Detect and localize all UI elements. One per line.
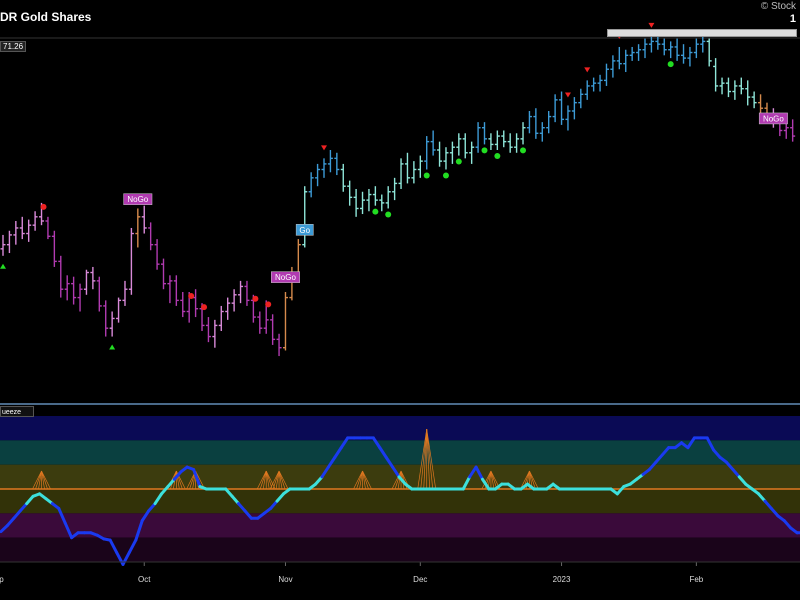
x-tick-label: Nov: [278, 575, 292, 584]
nogo-dot: [188, 293, 195, 300]
price-tag: 71.26: [0, 41, 27, 52]
annotation-label: NoGo: [763, 114, 784, 123]
x-tick-label: Sep: [0, 575, 4, 584]
go-dot: [442, 172, 449, 179]
x-tick-label: Oct: [138, 575, 151, 584]
oscillator-band: [0, 513, 800, 538]
nogo-triangle: [584, 67, 591, 73]
annotation-label: Go: [299, 226, 310, 235]
copyright-text: © Stock: [760, 1, 796, 12]
nogo-dot: [252, 295, 259, 302]
chart-title: DR Gold Shares: [0, 10, 92, 24]
go-triangle: [109, 344, 116, 350]
x-tick-label: 2023: [553, 575, 571, 584]
go-dot: [494, 152, 501, 159]
nogo-dot: [265, 301, 272, 308]
go-triangle: [0, 263, 6, 269]
header-number: 1: [789, 13, 796, 25]
go-dot: [481, 147, 488, 154]
annotation-label: NoGo: [275, 273, 296, 282]
gold-shares-chart: NoGo Go NoGo NoGo Sep Oct Nov Dec 2023 Feb: [0, 22, 800, 584]
go-dot: [520, 147, 527, 154]
x-tick-label: Dec: [413, 575, 427, 584]
zoom-slider[interactable]: [607, 29, 797, 37]
squeeze-panel-label: ueeze: [0, 406, 34, 417]
go-dot: [667, 61, 674, 68]
go-dot: [385, 211, 392, 218]
annotation-label: NoGo: [127, 195, 148, 204]
x-tick-label: Feb: [689, 575, 703, 584]
nogo-triangle: [321, 145, 327, 151]
go-dot: [423, 172, 430, 179]
nogo-dot: [40, 203, 47, 210]
nogo-triangle: [648, 22, 655, 28]
nogo-dot: [201, 304, 208, 311]
oscillator-band: [0, 489, 800, 514]
go-dot: [372, 208, 379, 215]
go-dot: [455, 158, 462, 165]
nogo-triangle: [564, 92, 571, 98]
oscillator-band: [0, 416, 800, 441]
